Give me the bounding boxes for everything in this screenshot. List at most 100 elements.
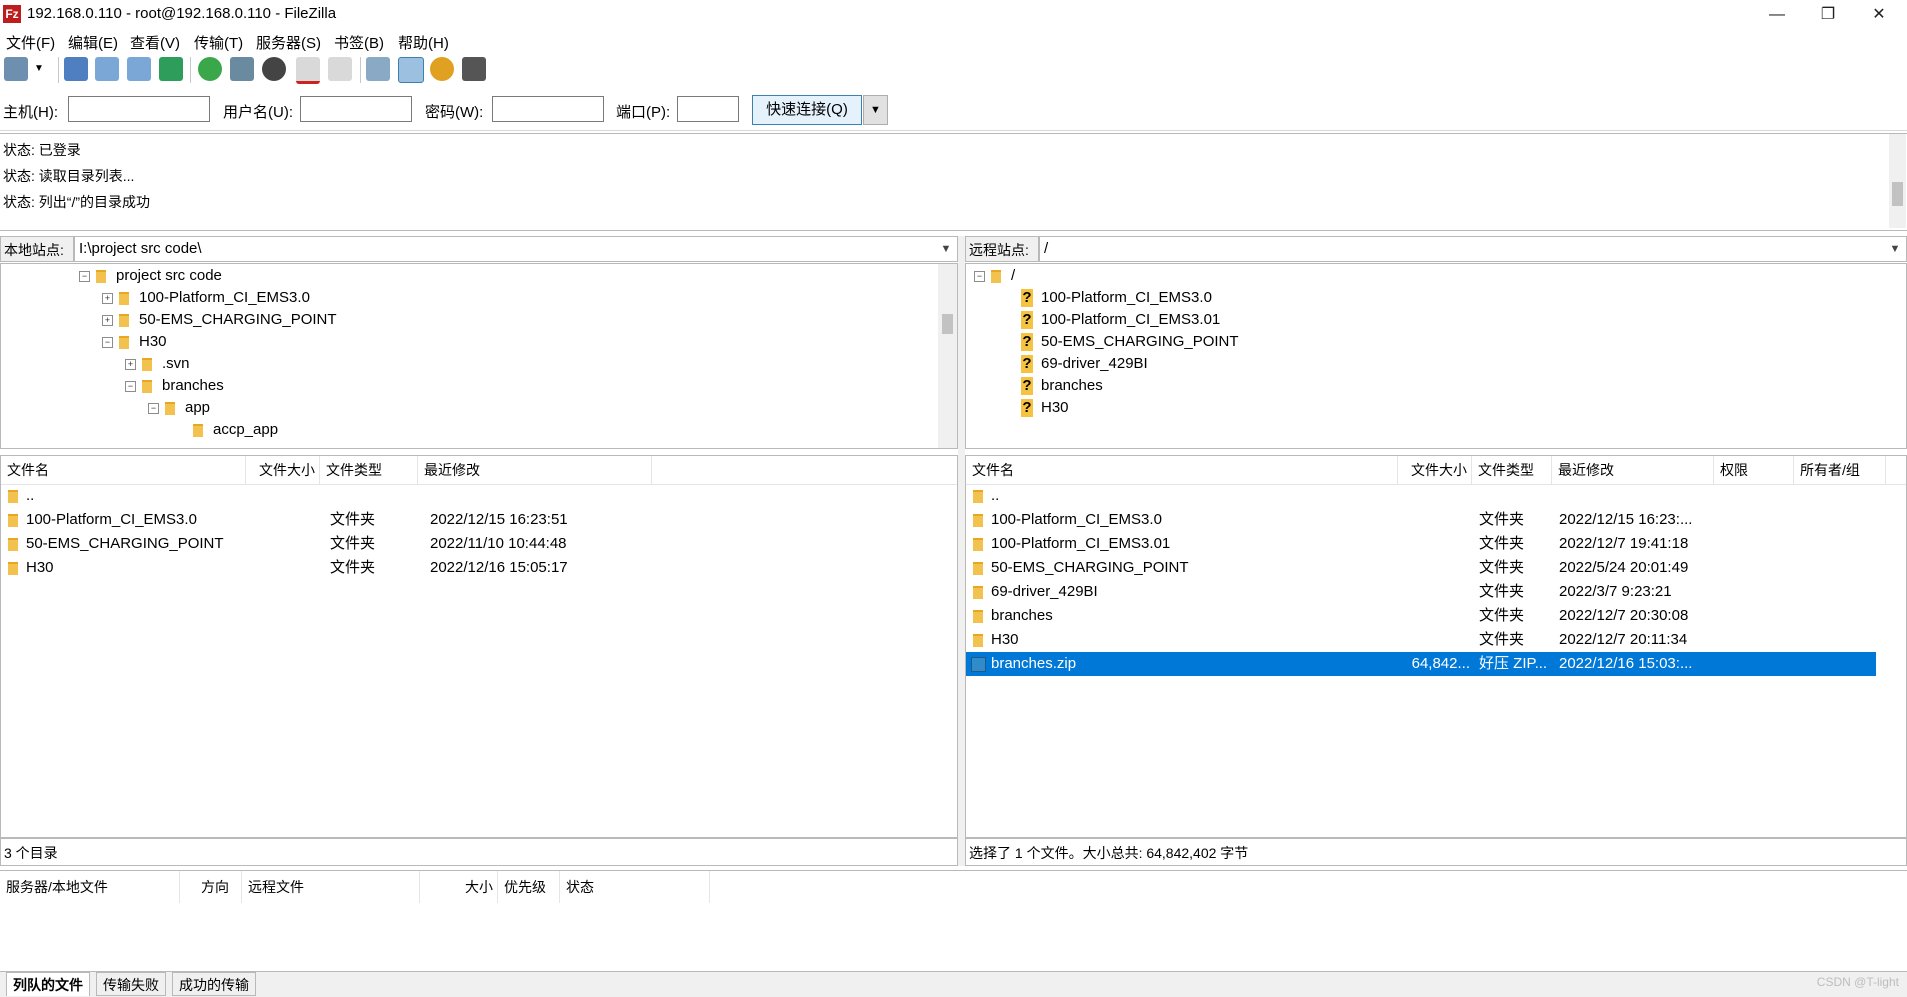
- tab-queued-files[interactable]: 列队的文件: [6, 972, 90, 996]
- tree-node[interactable]: ? 69-driver_429BI: [1021, 353, 1148, 375]
- tree-node[interactable]: ? H30: [1021, 397, 1069, 419]
- file-name: 100-Platform_CI_EMS3.0: [991, 511, 1162, 528]
- file-name: ..: [991, 487, 1000, 504]
- column-permissions[interactable]: 权限: [1714, 456, 1794, 484]
- disconnect-icon[interactable]: [296, 57, 320, 84]
- folder-icon: [973, 585, 983, 599]
- dropdown-arrow-icon[interactable]: ▼: [34, 63, 44, 74]
- queue-column-priority[interactable]: 优先级: [498, 871, 560, 903]
- toggle-remote-tree-icon[interactable]: [127, 57, 151, 81]
- list-item[interactable]: 100-Platform_CI_EMS3.01 文件夹 2022/12/7 19…: [966, 532, 1876, 556]
- list-item[interactable]: H30 文件夹 2022/12/16 15:05:17: [1, 556, 957, 580]
- list-item[interactable]: H30 文件夹 2022/12/7 20:11:34: [966, 628, 1876, 652]
- column-filesize[interactable]: 文件大小: [246, 456, 320, 484]
- host-input[interactable]: [68, 96, 210, 122]
- tree-node[interactable]: +100-Platform_CI_EMS3.0: [102, 287, 310, 309]
- tree-node[interactable]: − branches: [125, 375, 224, 397]
- tree-node[interactable]: ? 100-Platform_CI_EMS3.0: [1021, 287, 1212, 309]
- queue-column-server-local[interactable]: 服务器/本地文件: [0, 871, 180, 903]
- tree-node[interactable]: − H30: [102, 331, 167, 353]
- tree-node[interactable]: ? 100-Platform_CI_EMS3.01: [1021, 309, 1220, 331]
- column-filename[interactable]: 文件名: [966, 456, 1398, 484]
- quickconnect-history-dropdown[interactable]: ▼: [863, 95, 888, 125]
- local-tree-scrollbar[interactable]: [938, 264, 957, 448]
- column-modified[interactable]: 最近修改: [1552, 456, 1714, 484]
- cancel-icon[interactable]: [262, 57, 286, 81]
- toggle-local-tree-icon[interactable]: [95, 57, 119, 81]
- collapse-icon[interactable]: −: [148, 402, 159, 414]
- tab-failed-transfers[interactable]: 传输失败: [96, 972, 166, 996]
- column-modified[interactable]: 最近修改: [418, 456, 652, 484]
- collapse-icon[interactable]: −: [125, 380, 136, 392]
- tree-node[interactable]: +50-EMS_CHARGING_POINT: [102, 309, 337, 331]
- folder-icon: [973, 537, 983, 551]
- list-item[interactable]: 100-Platform_CI_EMS3.0 文件夹 2022/12/15 16…: [966, 508, 1876, 532]
- tree-node[interactable]: − project src code: [79, 265, 222, 287]
- tree-node[interactable]: − app: [148, 397, 210, 419]
- scrollbar-thumb[interactable]: [942, 314, 953, 334]
- collapse-icon[interactable]: −: [974, 270, 985, 282]
- log-scrollbar[interactable]: [1889, 134, 1906, 228]
- minimize-button[interactable]: —: [1754, 0, 1800, 30]
- tree-node[interactable]: + .svn: [125, 353, 190, 375]
- menu-transfer[interactable]: 传输(T): [194, 32, 243, 53]
- username-input[interactable]: [300, 96, 412, 122]
- tree-node[interactable]: ? branches: [1021, 375, 1103, 397]
- tab-successful-transfers[interactable]: 成功的传输: [172, 972, 256, 996]
- toggle-queue-icon[interactable]: [159, 57, 183, 81]
- queue-column-status[interactable]: 状态: [560, 871, 710, 903]
- directory-comparison-icon[interactable]: [398, 57, 424, 83]
- chevron-down-icon[interactable]: ▼: [1886, 237, 1904, 261]
- tree-node[interactable]: accp_app: [193, 419, 278, 441]
- queue-column-direction[interactable]: 方向: [180, 871, 242, 903]
- menu-server[interactable]: 服务器(S): [256, 32, 321, 53]
- queue-column-remote[interactable]: 远程文件: [242, 871, 420, 903]
- menu-view[interactable]: 查看(V): [130, 32, 180, 53]
- column-filetype[interactable]: 文件类型: [320, 456, 418, 484]
- collapse-icon[interactable]: −: [79, 270, 90, 282]
- password-input[interactable]: [492, 96, 604, 122]
- column-owner-group[interactable]: 所有者/组: [1794, 456, 1886, 484]
- close-button[interactable]: ✕: [1856, 0, 1902, 30]
- list-item-selected[interactable]: branches.zip 64,842... 好压 ZIP... 2022/12…: [966, 652, 1876, 676]
- chevron-down-icon[interactable]: ▼: [937, 237, 955, 261]
- menu-bookmarks[interactable]: 书签(B): [334, 32, 384, 53]
- list-item[interactable]: 50-EMS_CHARGING_POINT 文件夹 2022/11/10 10:…: [1, 532, 957, 556]
- file-modified: 2022/12/15 16:23:...: [1559, 511, 1693, 528]
- list-item[interactable]: ..: [1, 484, 957, 508]
- scrollbar-thumb[interactable]: [1892, 182, 1903, 206]
- filter-icon[interactable]: [366, 57, 390, 81]
- tree-node[interactable]: − /: [974, 265, 1015, 287]
- expand-icon[interactable]: +: [125, 358, 136, 370]
- process-queue-icon[interactable]: [230, 57, 254, 81]
- menu-file[interactable]: 文件(F): [6, 32, 55, 53]
- toggle-log-icon[interactable]: [64, 57, 88, 81]
- reconnect-icon[interactable]: [328, 57, 352, 81]
- menu-help[interactable]: 帮助(H): [398, 32, 449, 53]
- quickconnect-button[interactable]: 快速连接(Q): [752, 95, 862, 125]
- sync-browsing-icon[interactable]: [430, 57, 454, 81]
- site-manager-icon[interactable]: [4, 57, 28, 81]
- expand-icon[interactable]: +: [102, 314, 113, 326]
- list-item[interactable]: ..: [966, 484, 1876, 508]
- queue-column-size[interactable]: 大小: [420, 871, 498, 903]
- menu-edit[interactable]: 编辑(E): [68, 32, 118, 53]
- port-input[interactable]: [677, 96, 739, 122]
- list-item[interactable]: branches 文件夹 2022/12/7 20:30:08: [966, 604, 1876, 628]
- column-filetype[interactable]: 文件类型: [1472, 456, 1552, 484]
- local-path-combobox[interactable]: I:\project src code\ ▼: [74, 236, 958, 262]
- remote-path-combobox[interactable]: / ▼: [1039, 236, 1907, 262]
- pane-splitter[interactable]: [958, 236, 965, 866]
- maximize-button[interactable]: ❐: [1805, 0, 1851, 30]
- tree-node[interactable]: ? 50-EMS_CHARGING_POINT: [1021, 331, 1239, 353]
- list-item[interactable]: 69-driver_429BI 文件夹 2022/3/7 9:23:21: [966, 580, 1876, 604]
- remote-status-line: 选择了 1 个文件。大小总共: 64,842,402 字节: [965, 838, 1907, 866]
- list-item[interactable]: 50-EMS_CHARGING_POINT 文件夹 2022/5/24 20:0…: [966, 556, 1876, 580]
- list-item[interactable]: 100-Platform_CI_EMS3.0 文件夹 2022/12/15 16…: [1, 508, 957, 532]
- column-filename[interactable]: 文件名: [1, 456, 246, 484]
- search-icon[interactable]: [462, 57, 486, 81]
- expand-icon[interactable]: +: [102, 292, 113, 304]
- column-filesize[interactable]: 文件大小: [1398, 456, 1472, 484]
- collapse-icon[interactable]: −: [102, 336, 113, 348]
- refresh-icon[interactable]: [198, 57, 222, 81]
